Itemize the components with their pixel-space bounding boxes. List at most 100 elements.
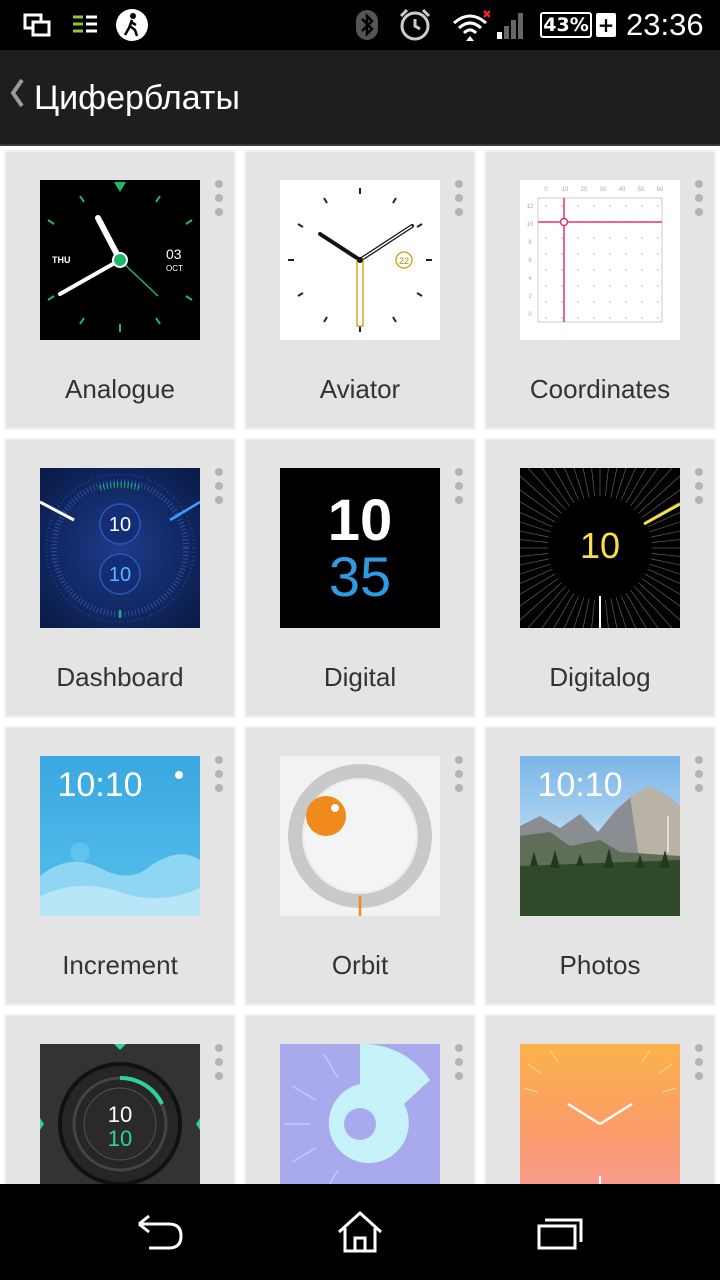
grid-dot: [545, 269, 547, 271]
shapes-thumbnail: [280, 1044, 440, 1184]
grid-dot: [545, 253, 547, 255]
aviator-thumbnail: 22: [280, 180, 440, 340]
grid-dot: [625, 269, 627, 271]
overflow-menu-icon[interactable]: [694, 180, 704, 216]
grid-dot: [593, 317, 595, 319]
watch-face-card-orbit[interactable]: Orbit: [244, 726, 476, 1006]
grid-dot: [657, 269, 659, 271]
digitalog-ray: [520, 489, 559, 518]
grid-dot: [641, 301, 643, 303]
overflow-menu-icon[interactable]: [694, 468, 704, 504]
dashboard-minutes: 10: [109, 564, 131, 586]
ring-minutes: 10: [108, 1126, 132, 1151]
chevron-left-icon[interactable]: [8, 76, 26, 119]
grid-dot: [641, 317, 643, 319]
watch-face-label: Analogue: [65, 374, 175, 404]
action-bar: Циферблаты: [0, 50, 720, 146]
watch-face-card-digitalog[interactable]: 10 Digitalog: [484, 438, 716, 718]
analogue-date: 03: [166, 246, 182, 262]
watch-face-label: Dashboard: [56, 662, 184, 692]
digitalog-ray: [625, 592, 647, 628]
grid-dot: [593, 301, 595, 303]
digitalog-ray: [520, 475, 562, 514]
overflow-menu-icon[interactable]: [214, 1044, 224, 1080]
digitalog-ray: [620, 468, 637, 501]
watch-face-card-increment[interactable]: 10:10 Increment: [4, 726, 236, 1006]
grid-dot: [641, 253, 643, 255]
home-icon[interactable]: [300, 1184, 420, 1280]
grid-dot: [577, 301, 579, 303]
photos-thumbnail: 10:10: [520, 756, 680, 916]
grid-dot: [641, 285, 643, 287]
overflow-menu-icon[interactable]: [214, 180, 224, 216]
grid-dot: [625, 285, 627, 287]
watch-face-card-coordinates[interactable]: 0 10 20 30 40 50 60 12 10 8 6 4 2 0 Coordinates: [484, 150, 716, 430]
grid-dot: [561, 317, 563, 319]
digitalog-ray: [630, 468, 659, 507]
grid-dot: [545, 237, 547, 239]
watch-face-card-photos[interactable]: 10:10 Photos: [484, 726, 716, 1006]
dashboard-thumbnail: 10 10: [40, 468, 200, 628]
status-clock: 23:36: [626, 7, 704, 42]
digitalog-ray: [634, 468, 673, 510]
grid-dot: [593, 285, 595, 287]
y-tick-label: 4: [528, 276, 532, 282]
back-arrow-icon[interactable]: [100, 1184, 220, 1280]
watch-face-card-analogue[interactable]: THU 03 OCT Analogue: [4, 150, 236, 430]
digitalog-ray: [644, 501, 680, 523]
watch-face-card-dashboard[interactable]: 10 10 Dashboard: [4, 438, 236, 718]
grid-dot: [641, 205, 643, 207]
digitalog-ray: [527, 468, 566, 510]
watch-face-card-digital[interactable]: 10 35 Digital: [244, 438, 476, 718]
digitalog-ray: [644, 573, 680, 595]
digitalog-ray: [634, 586, 673, 628]
digitalog-ray: [591, 468, 595, 497]
watch-face-card-aviator[interactable]: 22 Aviator: [244, 150, 476, 430]
grid-dot: [625, 253, 627, 255]
watch-face-card-ring[interactable]: 10 10: [4, 1014, 236, 1184]
data-sync-icon: [70, 0, 100, 50]
watch-face-card-shapes[interactable]: [244, 1014, 476, 1184]
overflow-menu-icon[interactable]: [214, 756, 224, 792]
grid-dot: [561, 253, 563, 255]
watch-face-label: Photos: [559, 950, 641, 980]
digitalog-ray: [651, 553, 680, 557]
recent-apps-icon[interactable]: [500, 1184, 620, 1280]
overflow-menu-icon[interactable]: [694, 1044, 704, 1080]
increment-thumbnail: 10:10: [40, 756, 200, 916]
overflow-menu-icon[interactable]: [454, 468, 464, 504]
digitalog-ray: [647, 568, 680, 585]
overflow-menu-icon[interactable]: [454, 1044, 464, 1080]
ring-hours: 10: [108, 1102, 132, 1127]
digitalog-ray: [527, 586, 566, 628]
grid-dot: [577, 285, 579, 287]
overflow-menu-icon[interactable]: [214, 468, 224, 504]
grid-dot: [593, 269, 595, 271]
digitalog-ray: [520, 578, 559, 607]
overflow-menu-icon[interactable]: [694, 756, 704, 792]
charging-icon: +: [596, 13, 616, 37]
overflow-menu-icon[interactable]: [454, 180, 464, 216]
watch-face-card-sunrise[interactable]: [484, 1014, 716, 1184]
x-tick-label: 0: [544, 187, 548, 193]
grid-dot: [609, 285, 611, 287]
grid-dot: [577, 205, 579, 207]
digitalog-ray: [641, 578, 680, 607]
grid-dot: [561, 237, 563, 239]
y-tick-label: 6: [528, 258, 532, 264]
overflow-menu-icon[interactable]: [454, 756, 464, 792]
grid-dot: [641, 237, 643, 239]
grid-dot: [593, 237, 595, 239]
watch-face-grid: THU 03 OCT Analogue 22 Aviator 0 10 20 3…: [0, 148, 720, 1184]
grid-dot: [561, 285, 563, 287]
x-tick-label: 40: [619, 187, 626, 193]
y-tick-label: 10: [527, 222, 534, 228]
analogue-day: THU: [52, 255, 71, 265]
photos-time: 10:10: [537, 766, 622, 804]
grid-dot: [657, 237, 659, 239]
grid-dot: [609, 317, 611, 319]
ring-thumbnail: 10 10: [40, 1044, 200, 1184]
bluetooth-icon: [352, 0, 382, 50]
page-title[interactable]: Циферблаты: [34, 50, 240, 146]
digitalog-ray: [520, 573, 556, 595]
